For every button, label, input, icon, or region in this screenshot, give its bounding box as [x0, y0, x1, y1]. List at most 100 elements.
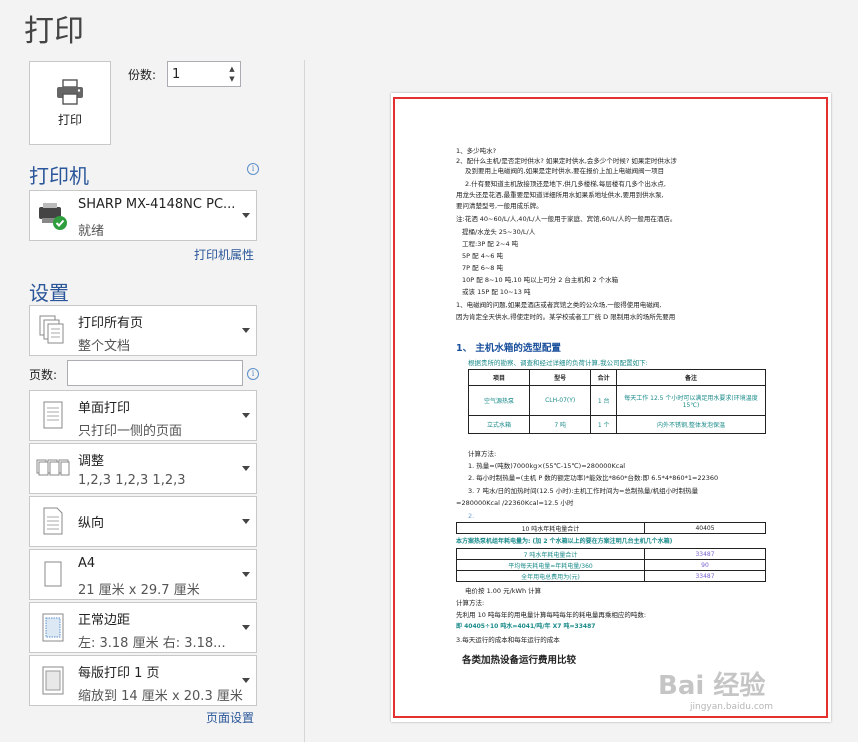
table-header: 项目	[468, 369, 530, 386]
single-side-icon	[43, 401, 63, 429]
doc-line: 注:花洒 40~60/L/人,40/L/人一般用于家庭、宾馆,60/L/人的一般…	[456, 215, 677, 223]
final-heading: 各类加热设备运行费用比较	[462, 655, 577, 666]
table-cell: 每天工作 12.5 个小时可以满足用水要求(环境温度 15℃)	[616, 385, 766, 416]
doc-line: 5P 配 4~6 吨	[462, 252, 503, 260]
chevron-down-icon	[242, 412, 250, 418]
margins-icon	[42, 613, 64, 642]
compare-value: 33487	[644, 548, 766, 560]
doc-line: 提桶/水龙头 25~30/L/人	[462, 228, 536, 236]
compare-label: 全年用电总费用为(元)	[456, 570, 645, 582]
doc-line: 计算方法:	[456, 599, 485, 607]
doc-line: 工程:3P 配 2~4 吨	[462, 240, 519, 248]
info-icon[interactable]: i	[247, 163, 259, 175]
table-header: 备注	[616, 369, 766, 386]
orientation-select[interactable]: 纵向	[29, 496, 257, 547]
margins-select[interactable]: 正常边距 左: 3.18 厘米 右: 3.18...	[29, 602, 257, 653]
info-icon[interactable]: i	[247, 368, 259, 380]
calc-line: 3. 7 吨水/日的加热时间(12.5 小时):主机工作时间为=总制热量/机组小…	[468, 487, 699, 495]
paper-size-subtitle: 21 厘米 x 29.7 厘米	[78, 583, 200, 598]
print-range-subtitle: 整个文档	[78, 339, 131, 354]
spin-up-icon[interactable]: ▲	[226, 64, 238, 74]
doc-line: 10P 配 8~10 吨,10 吨以上可分 2 台主机和 2 个水箱	[462, 276, 619, 284]
print-button-label: 打印	[57, 112, 82, 127]
table-cell: 空气源热泵	[468, 385, 530, 416]
compare-heading: 本方案热泵机组年耗电量为: (加 2 个水箱以上的要在方案注明几台主机几个水箱)	[456, 538, 673, 545]
print-settings-pane: 打印 打印 份数: 1 ▲ ▼ 打印机 i SHARP MX-4148NC PC…	[0, 0, 300, 742]
collate-title: 调整	[78, 454, 105, 469]
pages-input[interactable]	[67, 360, 243, 386]
printer-properties-link[interactable]: 打印机属性	[194, 246, 254, 263]
doc-line: 即 40405÷10 吨水=4041/吨/年 X7 吨=33487	[456, 623, 596, 630]
spin-down-icon[interactable]: ▼	[226, 74, 238, 84]
print-button[interactable]: 打印	[29, 61, 111, 145]
watermark-logo: Bai 经验	[658, 671, 766, 701]
chevron-down-icon	[242, 465, 250, 471]
pages-per-sheet-select[interactable]: 每版打印 1 页 缩放到 14 厘米 x 20.3 厘米	[29, 655, 257, 706]
printer-heading: 打印机	[29, 164, 89, 188]
paper-size-select[interactable]: A4 21 厘米 x 29.7 厘米	[29, 549, 257, 600]
pages-label: 页数:	[29, 368, 58, 382]
table-header: 型号	[528, 369, 592, 386]
compare-value: 33487	[644, 570, 766, 582]
calc-line: 2. 每小时制热量=(主机 P 数的额定功率)*能效比*860*台数:即 6.5…	[468, 474, 719, 482]
settings-heading: 设置	[29, 281, 69, 305]
table-cell: 1 个	[590, 415, 617, 434]
printer-status: 就绪	[78, 224, 105, 239]
printer-ready-icon	[39, 203, 67, 230]
copies-spin-buttons[interactable]: ▲ ▼	[226, 64, 238, 84]
print-range-select[interactable]: 打印所有页 整个文档	[29, 305, 257, 356]
watermark-url: jingyan.baidu.com	[690, 702, 774, 712]
collate-select[interactable]: 调整 1,2,3 1,2,3 1,2,3	[29, 443, 257, 494]
printer-select[interactable]: SHARP MX-4148NC PC... 就绪	[29, 190, 257, 241]
pane-divider	[304, 60, 305, 742]
printer-icon	[57, 78, 83, 105]
pages-per-sheet-title: 每版打印 1 页	[78, 666, 160, 681]
compare-label: 7 吨水年耗电量合计	[456, 548, 645, 560]
doc-line: 2、配什么主机/是否定时供水? 如果定时供水,会多少个时候? 如果定时供水涉	[456, 157, 677, 165]
doc-line: 或该 15P 配 10~13 吨	[462, 288, 531, 296]
chevron-down-icon	[242, 624, 250, 630]
summary-label: 10 吨水年耗电量合计	[456, 522, 645, 534]
doc-line: 3.每天运行的成本和每年运行的成本	[456, 636, 560, 644]
doc-line: 1、多少吨水?	[456, 147, 497, 155]
doc-line: 先利用 10 吨每年的用电量计算每吨每年的耗电量再乘相应的吨数:	[456, 611, 647, 619]
doc-line: 及到要用上电磁阀的,如果是定时供水,要在报价上加上电磁阀阀一项目	[465, 167, 665, 175]
portrait-icon	[43, 507, 63, 535]
table-row: 立式水箱 7 吨 1 个 内外不锈钢,整体发泡保温	[468, 415, 766, 434]
copies-value: 1	[172, 67, 181, 82]
page-setup-link[interactable]: 页面设置	[206, 709, 254, 726]
doc-line: 用龙头还是花洒,最重要是知道详细所用水如果系地址供水,要用到供水泵,	[456, 191, 664, 199]
calc-line: 2.	[468, 512, 475, 520]
table-header: 合计	[590, 369, 617, 386]
table-cell: 内外不锈钢,整体发泡保温	[616, 415, 766, 434]
compare-label: 平均每天耗电量=年耗电量/360	[456, 559, 645, 571]
doc-section-heading: 1、 主机水箱的选型配置	[456, 343, 561, 354]
margins-subtitle: 左: 3.18 厘米 右: 3.18...	[78, 636, 226, 651]
table-cell: 1 台	[590, 385, 617, 416]
calc-line: =280000Kcal /22360Kcal=12.5 小时	[456, 499, 574, 507]
config-table: 项目 型号 合计 备注 空气源热泵 CLH-07(Y) 1 台 每天工作 12.…	[468, 369, 766, 434]
chevron-down-icon	[242, 212, 250, 218]
chevron-down-icon	[242, 677, 250, 683]
doc-line: 1、电磁阀的问题,如果是酒店或者宾馆之类的公众场,一般得使用电磁阀,	[456, 301, 662, 309]
margins-title: 正常边距	[78, 613, 131, 628]
doc-section-sub: 根据贵所的勘察、调查和经过详细的负荷计算,我公司配置如下:	[468, 359, 648, 367]
chevron-down-icon	[242, 571, 250, 577]
compare-table: 7 吨水年耗电量合计 33487 平均每天耗电量=年耗电量/360 90 全年用…	[456, 548, 766, 582]
orientation-title: 纵向	[78, 516, 105, 531]
paper-icon	[44, 561, 62, 587]
copies-stepper[interactable]: 1 ▲ ▼	[167, 61, 241, 87]
doc-line: 因为肯定全天供水,得使定时的。某学校或者工厂统 D 限制用水的场所先要用	[456, 313, 676, 321]
print-range-title: 打印所有页	[78, 316, 144, 331]
doc-line: 电价按 1.00 元/kWh 计算	[465, 587, 542, 595]
printer-name: SHARP MX-4148NC PC...	[78, 197, 236, 212]
duplex-subtitle: 只打印一侧的页面	[78, 424, 183, 439]
page-per-sheet-icon	[42, 666, 64, 695]
doc-line: 2.什有要知道主机放接顶还是地下,供几多楼梯,每层楼有几多个出水点,	[465, 180, 666, 188]
doc-line: 要问清楚型号,一般用成乐牌。	[456, 202, 543, 210]
duplex-select[interactable]: 单面打印 只打印一侧的页面	[29, 390, 257, 441]
collate-subtitle: 1,2,3 1,2,3 1,2,3	[78, 473, 186, 488]
summary-table: 10 吨水年耗电量合计 40405	[456, 522, 766, 534]
table-cell: 立式水箱	[468, 415, 530, 434]
summary-value: 40405	[644, 522, 766, 534]
